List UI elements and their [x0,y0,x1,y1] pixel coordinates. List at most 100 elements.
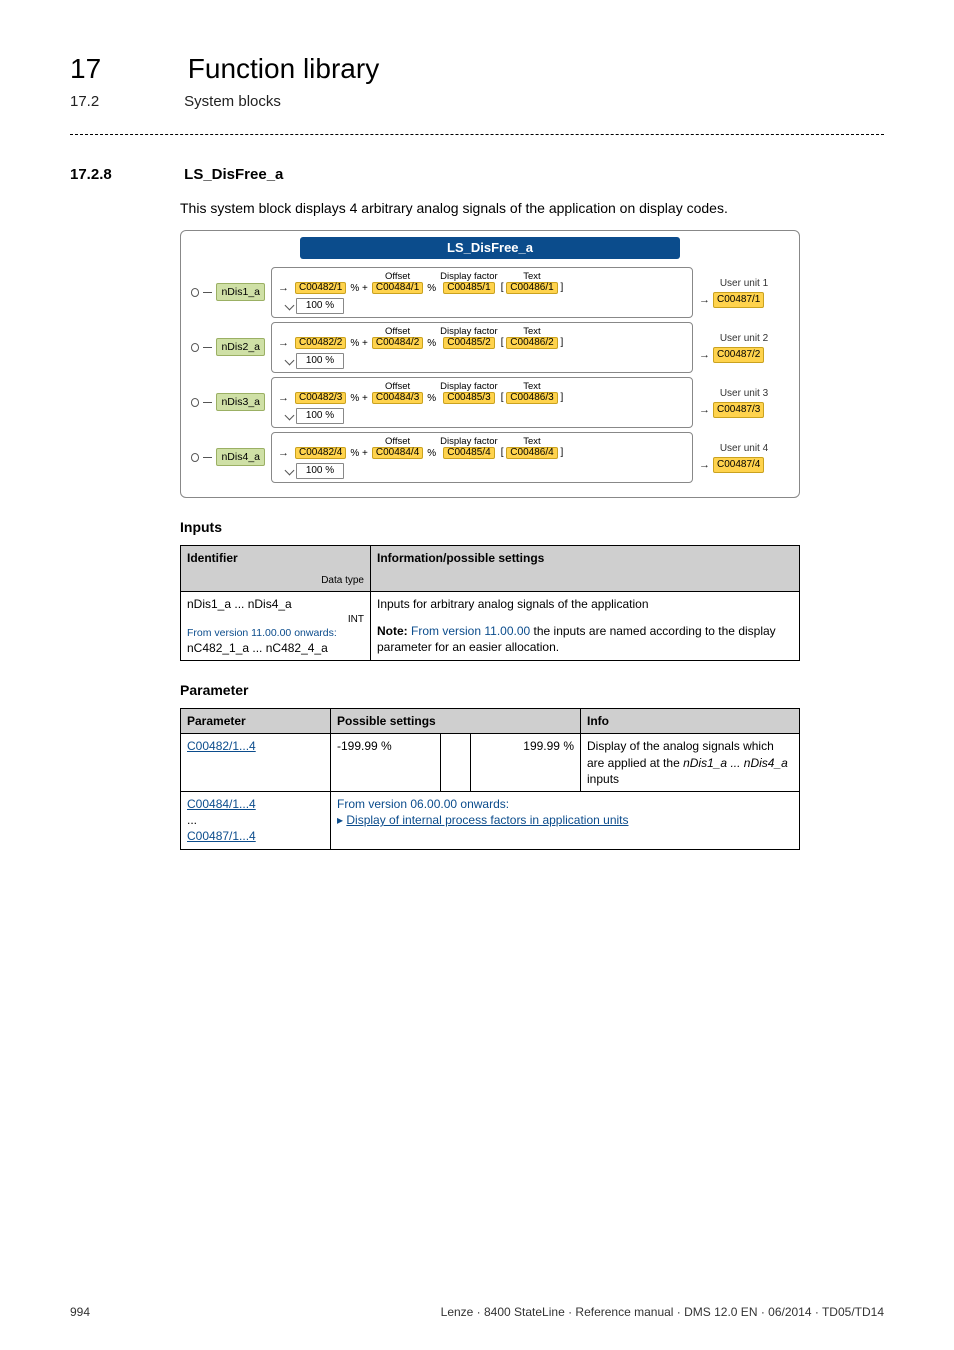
bracket-open: [ [501,392,504,403]
display-factor-label: Display factor [440,437,498,447]
display-factor-label: Display factor [440,382,498,392]
param-cell: C00482/1...4 [181,734,331,792]
arrow-icon: → [699,293,710,308]
hundred-box: 100 % [296,353,344,369]
user-unit: User unit 3 → C00487/3 [699,377,789,428]
setting-max: 199.99 % [471,734,581,792]
port-circle-icon [191,453,199,462]
param-c486: C00486/1 [506,282,557,294]
param-c482: C00482/3 [295,392,346,404]
param-c484: C00484/4 [372,447,423,459]
info-cell: Inputs for arbitrary analog signals of t… [371,592,800,661]
param-c484: C00484/2 [372,337,423,349]
user-unit: User unit 4 → C00487/4 [699,432,789,483]
user-unit-label: User unit 2 [699,332,789,346]
port-circle-icon [191,398,199,407]
param-info: Display of the analog signals which are … [581,734,800,792]
user-unit: User unit 2 → C00487/2 [699,322,789,373]
tick-icon [285,356,295,366]
port-line-icon [203,347,212,348]
port-line-icon [203,402,212,403]
arrow-icon: → [278,283,289,294]
params-heading: Parameter [180,681,884,700]
footer-stamp: Lenze · 8400 StateLine · Reference manua… [441,1304,884,1320]
text-label: Text [523,327,540,337]
param-link[interactable]: C00482/1...4 [187,739,256,753]
page-header-line2: 17.2 System blocks [70,92,884,112]
param-group-info: From version 06.00.00 onwards: ▸ Display… [331,792,800,850]
param-c486: C00486/2 [506,337,557,349]
display-factor-label: Display factor [440,272,498,282]
tick-icon [285,301,295,311]
parameter-table: Parameter Possible settings Info C00482/… [180,708,800,849]
hundred-box: 100 % [296,298,344,314]
param-link[interactable]: C00484/1...4 [187,797,256,811]
section-heading: 17.2.8 LS_DisFree_a [70,165,884,185]
text-label: Text [523,437,540,447]
input-label: nDis3_a [216,393,265,411]
bracket-close: ] [560,392,563,403]
param-c487: C00487/4 [713,457,764,473]
identifier-version-note: From version 11.00.00 onwards: [187,626,364,640]
param-c487: C00487/3 [713,402,764,418]
section-name: LS_DisFree_a [184,166,283,183]
info-line1: Inputs for arbitrary analog signals of t… [377,596,793,612]
note-label: Note: [377,624,408,638]
diagram-row: nDis3_a → C00482/3 % + Offset C00484/3 %… [191,377,789,428]
hundred-box: 100 % [296,408,344,424]
block-diagram: LS_DisFree_a nDis1_a → C00482/1 % + Offs… [180,230,800,498]
offset-label: Offset [385,327,410,337]
pct: % [427,449,436,459]
bracket-open: [ [501,447,504,458]
param-c487: C00487/1 [713,292,764,308]
cross-ref-link[interactable]: Display of internal process factors in a… [346,813,628,827]
arrow-icon: → [699,348,710,363]
diagram-title: LS_DisFree_a [300,237,680,259]
chapter-number: 17 [70,50,180,88]
param-c484: C00484/3 [372,392,423,404]
pct-plus: % + [350,284,368,294]
user-unit-label: User unit 1 [699,277,789,291]
arrow-icon: → [278,393,289,404]
param-c482: C00482/1 [295,282,346,294]
bracket-close: ] [560,282,563,293]
section-number: 17.2.8 [70,165,180,185]
separator [70,134,884,135]
link-marker-icon: ▸ [337,813,346,827]
section-intro: This system block displays 4 arbitrary a… [180,199,884,218]
offset-label: Offset [385,437,410,447]
bracket-close: ] [560,447,563,458]
identifier-type: INT [187,613,364,627]
info-note: Note: From version 11.00.00 the inputs a… [377,623,793,655]
inputs-table: Identifier Information/possible settings… [180,545,800,662]
process-box: → C00482/1 % + Offset C00484/1 % Display… [271,267,693,318]
page-footer: 994 Lenze · 8400 StateLine · Reference m… [70,1304,884,1320]
col-parameter: Parameter [181,709,331,734]
page-number: 994 [70,1304,90,1320]
pct-plus: % + [350,339,368,349]
info-italic: nDis1_a ... nDis4_a [683,756,788,770]
param-c484: C00484/1 [372,282,423,294]
tick-icon [285,466,295,476]
chapter-title: Function library [188,53,379,84]
identifier-line1: nDis1_a ... nDis4_a [187,596,364,612]
identifier-line2: nC482_1_a ... nC482_4_a [187,640,364,656]
param-link[interactable]: C00487/1...4 [187,829,256,843]
hundred-box: 100 % [296,463,344,479]
setting-spacer [441,734,471,792]
tick-icon [285,411,295,421]
arrow-icon: → [278,448,289,459]
port-circle-icon [191,343,199,352]
process-box: → C00482/4 % + Offset C00484/4 % Display… [271,432,693,483]
param-ellipsis: ... [187,812,324,828]
input-label: nDis1_a [216,283,265,301]
bracket-open: [ [501,282,504,293]
port-line-icon [203,292,212,293]
arrow-icon: → [278,338,289,349]
pct: % [427,339,436,349]
param-c485: C00485/4 [443,447,494,459]
input-port: nDis3_a [191,377,265,428]
note-version: From version 11.00.00 [411,624,530,638]
user-unit: User unit 1 → C00487/1 [699,267,789,318]
param-c485: C00485/2 [443,337,494,349]
